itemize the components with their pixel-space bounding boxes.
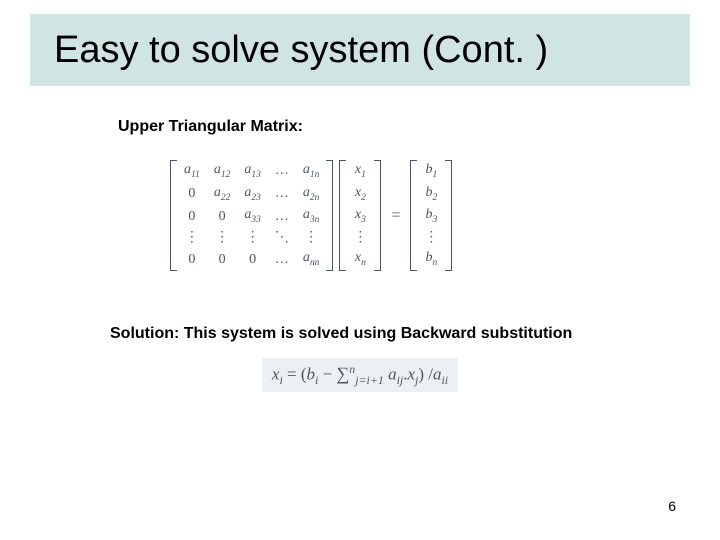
matrix-cell: ⋮ — [177, 228, 207, 248]
vector-cell: b3 — [417, 205, 445, 228]
formula-xi-sub: i — [279, 373, 282, 387]
slide: Easy to solve system (Cont. ) Upper Tria… — [0, 0, 720, 540]
vector-cell: x2 — [346, 183, 374, 206]
matrix-cell: a2n — [296, 183, 327, 206]
vector-cell: ⋮ — [346, 228, 374, 248]
formula-sum-lower: j=i+1 — [355, 373, 384, 387]
matrix-A-body: a11a12a13…a1n0a22a23…a2n00a33…a3n⋮⋮⋮⋱⋮00… — [177, 160, 326, 271]
matrix-equation: a11a12a13…a1n0a22a23…a2n00a33…a3n⋮⋮⋮⋱⋮00… — [170, 160, 452, 271]
matrix-cell: a13 — [237, 160, 268, 183]
vector-cell: b2 — [417, 183, 445, 206]
matrix-cell: ann — [296, 248, 327, 271]
matrix-cell: a33 — [237, 205, 268, 228]
matrix-cell: … — [268, 248, 296, 271]
vector-x-body: x1x2x3⋮xn — [346, 160, 374, 271]
bracket-left-icon — [170, 160, 177, 271]
formula-bi-var: b — [307, 365, 316, 384]
vector-cell: bn — [417, 248, 445, 271]
matrix-cell: a23 — [237, 183, 268, 206]
slide-title: Easy to solve system (Cont. ) — [54, 29, 548, 72]
coefficient-matrix: a11a12a13…a1n0a22a23…a2n00a33…a3n⋮⋮⋮⋱⋮00… — [170, 160, 333, 271]
matrix-cell: a1n — [296, 160, 327, 183]
matrix-cell: 0 — [207, 248, 238, 271]
vector-cell: xn — [346, 248, 374, 271]
vector-cell: b1 — [417, 160, 445, 183]
matrix-cell: a11 — [177, 160, 207, 183]
backward-substitution-formula: xi = (bi − ∑nj=i+1 aij.xj) /aii — [0, 358, 720, 392]
matrix-cell: … — [268, 183, 296, 206]
vector-cell: x1 — [346, 160, 374, 183]
matrix-cell: … — [268, 205, 296, 228]
formula-aij-var: a — [388, 365, 397, 384]
matrix-cell: a12 — [207, 160, 238, 183]
matrix-cell: a3n — [296, 205, 327, 228]
vector-b-body: b1b2b3⋮bn — [417, 160, 445, 271]
equals-sign: = — [381, 207, 410, 225]
title-band: Easy to solve system (Cont. ) — [30, 14, 690, 86]
matrix-cell: ⋮ — [207, 228, 238, 248]
vector-cell: x3 — [346, 205, 374, 228]
bracket-left-icon — [410, 160, 417, 271]
summation-icon: ∑ — [336, 364, 349, 384]
formula-aii-sub: ii — [441, 373, 448, 387]
formula-bi-sub: i — [315, 373, 318, 387]
matrix-cell: ⋮ — [296, 228, 327, 248]
matrix-cell: 0 — [207, 205, 238, 228]
matrix-cell: 0 — [177, 183, 207, 206]
matrix-cell: 0 — [237, 248, 268, 271]
section-heading-solution: Solution: This system is solved using Ba… — [110, 325, 572, 343]
matrix-cell: … — [268, 160, 296, 183]
formula-xj-var: x — [407, 365, 415, 384]
matrix-cell: ⋱ — [268, 228, 296, 248]
section-heading-upper-triangular: Upper Triangular Matrix: — [118, 118, 303, 136]
formula-xj-sub: j — [415, 373, 418, 387]
bracket-right-icon — [445, 160, 452, 271]
matrix-cell: 0 — [177, 248, 207, 271]
bracket-right-icon — [374, 160, 381, 271]
x-vector: x1x2x3⋮xn — [339, 160, 381, 271]
matrix-cell: 0 — [177, 205, 207, 228]
formula-aij-sub: ij — [397, 373, 404, 387]
vector-cell: ⋮ — [417, 228, 445, 248]
bracket-left-icon — [339, 160, 346, 271]
matrix-cell: a22 — [207, 183, 238, 206]
page-number: 6 — [668, 498, 676, 514]
bracket-right-icon — [326, 160, 333, 271]
b-vector: b1b2b3⋮bn — [410, 160, 452, 271]
matrix-cell: ⋮ — [237, 228, 268, 248]
